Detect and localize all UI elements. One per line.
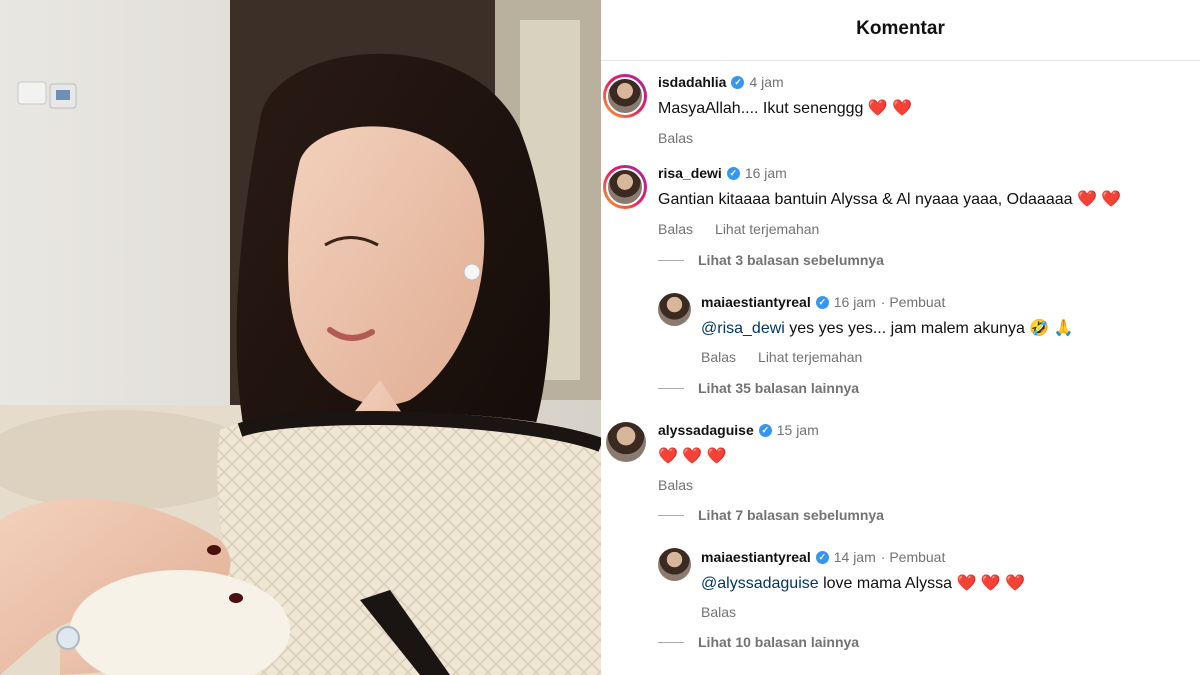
comment-time: 15 jam xyxy=(776,422,819,438)
mention-link[interactable]: @risa_dewi xyxy=(701,320,785,337)
reply-button[interactable]: Balas xyxy=(701,349,736,365)
view-more-replies-label[interactable]: Lihat 10 balasan lainnya xyxy=(698,634,859,650)
comment-actions: Balas xyxy=(658,130,693,146)
verified-badge-icon: ✓ xyxy=(815,295,829,309)
avatar[interactable] xyxy=(603,165,647,209)
reply-button[interactable]: Balas xyxy=(658,477,693,493)
reply-username[interactable]: maiaestiantyreal ✓ 14 jam · Pembuat xyxy=(701,549,945,565)
reply-button[interactable]: Balas xyxy=(658,130,693,146)
comment-username[interactable]: risa_dewi ✓ 16 jam xyxy=(658,165,787,181)
verified-badge-icon: ✓ xyxy=(758,423,772,437)
header-divider xyxy=(601,60,1200,61)
reply-time: 16 jam xyxy=(833,294,876,310)
comment-time: 16 jam xyxy=(744,165,787,181)
view-more-replies-label[interactable]: Lihat 35 balasan lainnya xyxy=(698,380,859,396)
reply-body: yes yes yes... jam malem akunya 🤣 🙏 xyxy=(784,320,1074,337)
username-text[interactable]: maiaestiantyreal xyxy=(701,294,811,310)
reply-time: 14 jam xyxy=(833,549,876,565)
comment-text: Gantian kitaaaa bantuin Alyssa & Al nyaa… xyxy=(658,191,1122,208)
view-previous-replies[interactable]: Lihat 3 balasan sebelumnya xyxy=(658,252,884,268)
comment-time: 4 jam xyxy=(749,74,784,90)
reply-button[interactable]: Balas xyxy=(701,604,736,620)
mention-link[interactable]: @alyssadaguise xyxy=(701,575,819,592)
post-photo xyxy=(0,0,601,675)
photo-illustration xyxy=(0,0,601,675)
creator-label: · Pembuat xyxy=(880,294,946,310)
avatar[interactable] xyxy=(606,422,646,462)
comment-username[interactable]: alyssadaguise ✓ 15 jam xyxy=(658,422,819,438)
comment-actions: Balas Lihat terjemahan xyxy=(658,221,819,237)
page-title: Komentar xyxy=(856,18,945,39)
view-previous-replies-label[interactable]: Lihat 7 balasan sebelumnya xyxy=(698,507,884,523)
divider-line xyxy=(658,259,684,261)
comments-panel: Komentar isdadahlia ✓ 4 jam MasyaAllah..… xyxy=(601,0,1200,675)
translate-button[interactable]: Lihat terjemahan xyxy=(758,349,862,365)
view-more-replies[interactable]: Lihat 10 balasan lainnya xyxy=(658,634,859,650)
username-text[interactable]: maiaestiantyreal xyxy=(701,549,811,565)
reply-username[interactable]: maiaestiantyreal ✓ 16 jam · Pembuat xyxy=(701,294,945,310)
avatar[interactable] xyxy=(603,74,647,118)
verified-badge-icon: ✓ xyxy=(726,166,740,180)
username-text[interactable]: isdadahlia xyxy=(658,74,726,90)
reply-text: @risa_dewi yes yes yes... jam malem akun… xyxy=(701,318,1074,338)
reply-actions: Balas xyxy=(701,604,736,620)
reply-actions: Balas Lihat terjemahan xyxy=(701,349,862,365)
reply-body: love mama Alyssa ❤️ ❤️ ❤️ xyxy=(818,575,1026,592)
username-text[interactable]: alyssadaguise xyxy=(658,422,754,438)
comment-text: ❤️ ❤️ ❤️ xyxy=(658,448,727,465)
avatar[interactable] xyxy=(658,293,691,326)
divider-line xyxy=(658,514,684,516)
comment-username[interactable]: isdadahlia ✓ 4 jam xyxy=(658,74,784,90)
view-previous-replies-label[interactable]: Lihat 3 balasan sebelumnya xyxy=(698,252,884,268)
comment-text: MasyaAllah.... Ikut senenggg ❤️ ❤️ xyxy=(658,100,913,117)
reply-text: @alyssadaguise love mama Alyssa ❤️ ❤️ ❤️ xyxy=(701,573,1025,593)
comment-actions: Balas xyxy=(658,477,693,493)
view-previous-replies[interactable]: Lihat 7 balasan sebelumnya xyxy=(658,507,884,523)
reply-button[interactable]: Balas xyxy=(658,221,693,237)
username-text[interactable]: risa_dewi xyxy=(658,165,722,181)
creator-label: · Pembuat xyxy=(880,549,946,565)
divider-line xyxy=(658,641,684,643)
view-more-replies[interactable]: Lihat 35 balasan lainnya xyxy=(658,380,859,396)
translate-button[interactable]: Lihat terjemahan xyxy=(715,221,819,237)
avatar[interactable] xyxy=(658,548,691,581)
verified-badge-icon: ✓ xyxy=(815,550,829,564)
verified-badge-icon: ✓ xyxy=(731,75,745,89)
divider-line xyxy=(658,387,684,389)
